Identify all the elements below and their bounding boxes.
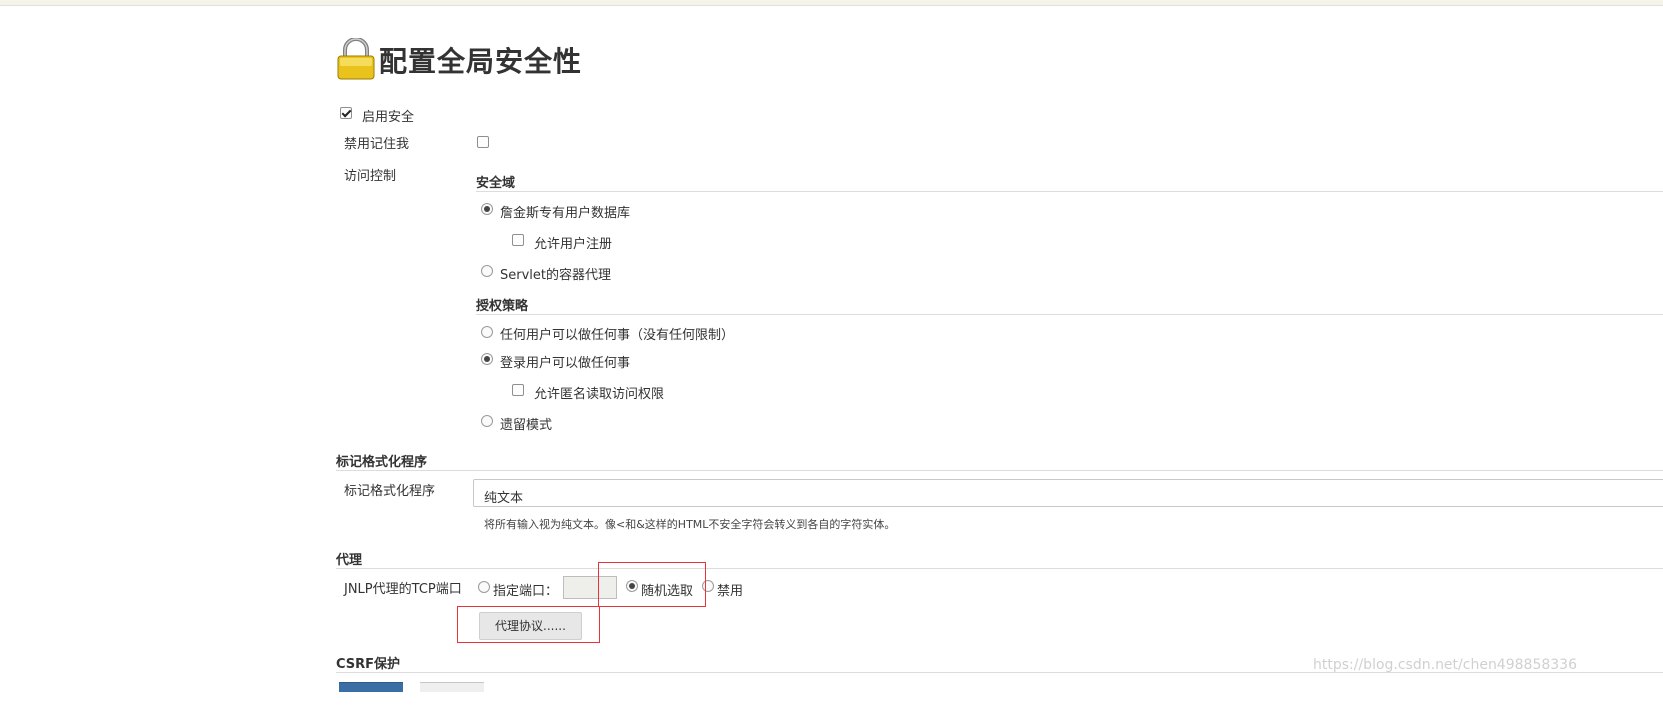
allow-signup-label: 允许用户注册 [534,237,613,252]
allow-anonymous-read-label: 允许匿名读取访问权限 [534,387,665,402]
markup-formatter-label: 标记格式化程序 [344,484,436,499]
fixed-port-label: 指定端口： [493,584,559,599]
allow-signup-checkbox[interactable] [512,234,524,246]
markup-formatter-divider [336,470,1663,471]
enable-security-checkbox[interactable] [340,107,352,119]
save-button-partial[interactable] [339,682,403,692]
authorization-heading: 授权策略 [476,299,529,314]
security-realm-heading: 安全域 [476,176,516,191]
auth-logged-in-radio[interactable] [481,353,493,365]
csrf-heading: CSRF保护 [336,657,401,672]
realm-jenkins-db-radio[interactable] [481,203,493,215]
markup-formatter-heading: 标记格式化程序 [336,455,428,470]
auth-anyone-radio[interactable] [481,326,493,338]
security-realm-divider [476,191,1663,192]
agents-heading: 代理 [336,553,363,568]
apply-button-partial[interactable] [420,682,484,692]
auth-legacy-radio[interactable] [481,415,493,427]
realm-jenkins-db-label: 詹金斯专有用户数据库 [500,206,631,221]
auth-legacy-label: 遗留模式 [500,418,553,433]
disable-remember-me-label: 禁用记住我 [344,137,410,152]
disable-remember-me-checkbox[interactable] [477,136,489,148]
markup-formatter-help: 将所有输入视为纯文本。像<和&这样的HTML不安全字符会转义到各自的字符实体。 [484,518,896,531]
access-control-label: 访问控制 [344,169,397,184]
annotation-random-box [598,562,706,607]
agents-divider [336,568,1663,569]
auth-logged-in-label: 登录用户可以做任何事 [500,356,631,371]
annotation-protocols-box [457,606,600,643]
allow-anonymous-read-checkbox[interactable] [512,384,524,396]
markup-formatter-value: 纯文本 [484,491,524,506]
top-strip [0,0,1663,6]
authorization-divider [476,314,1663,315]
page-title: 配置全局安全性 [379,45,583,78]
watermark: https://blog.csdn.net/chen498858336 [1313,657,1577,673]
disable-port-label: 禁用 [717,584,744,599]
enable-security-label: 启用安全 [362,110,415,125]
realm-servlet-radio[interactable] [481,265,493,277]
auth-anyone-label: 任何用户可以做任何事（没有任何限制） [500,328,735,343]
jnlp-port-label: JNLP代理的TCP端口 [344,582,462,597]
lock-icon [337,38,375,80]
realm-servlet-label: Servlet的容器代理 [500,268,611,283]
fixed-port-radio[interactable] [478,581,490,593]
markup-formatter-select[interactable]: 纯文本 [473,479,1663,507]
